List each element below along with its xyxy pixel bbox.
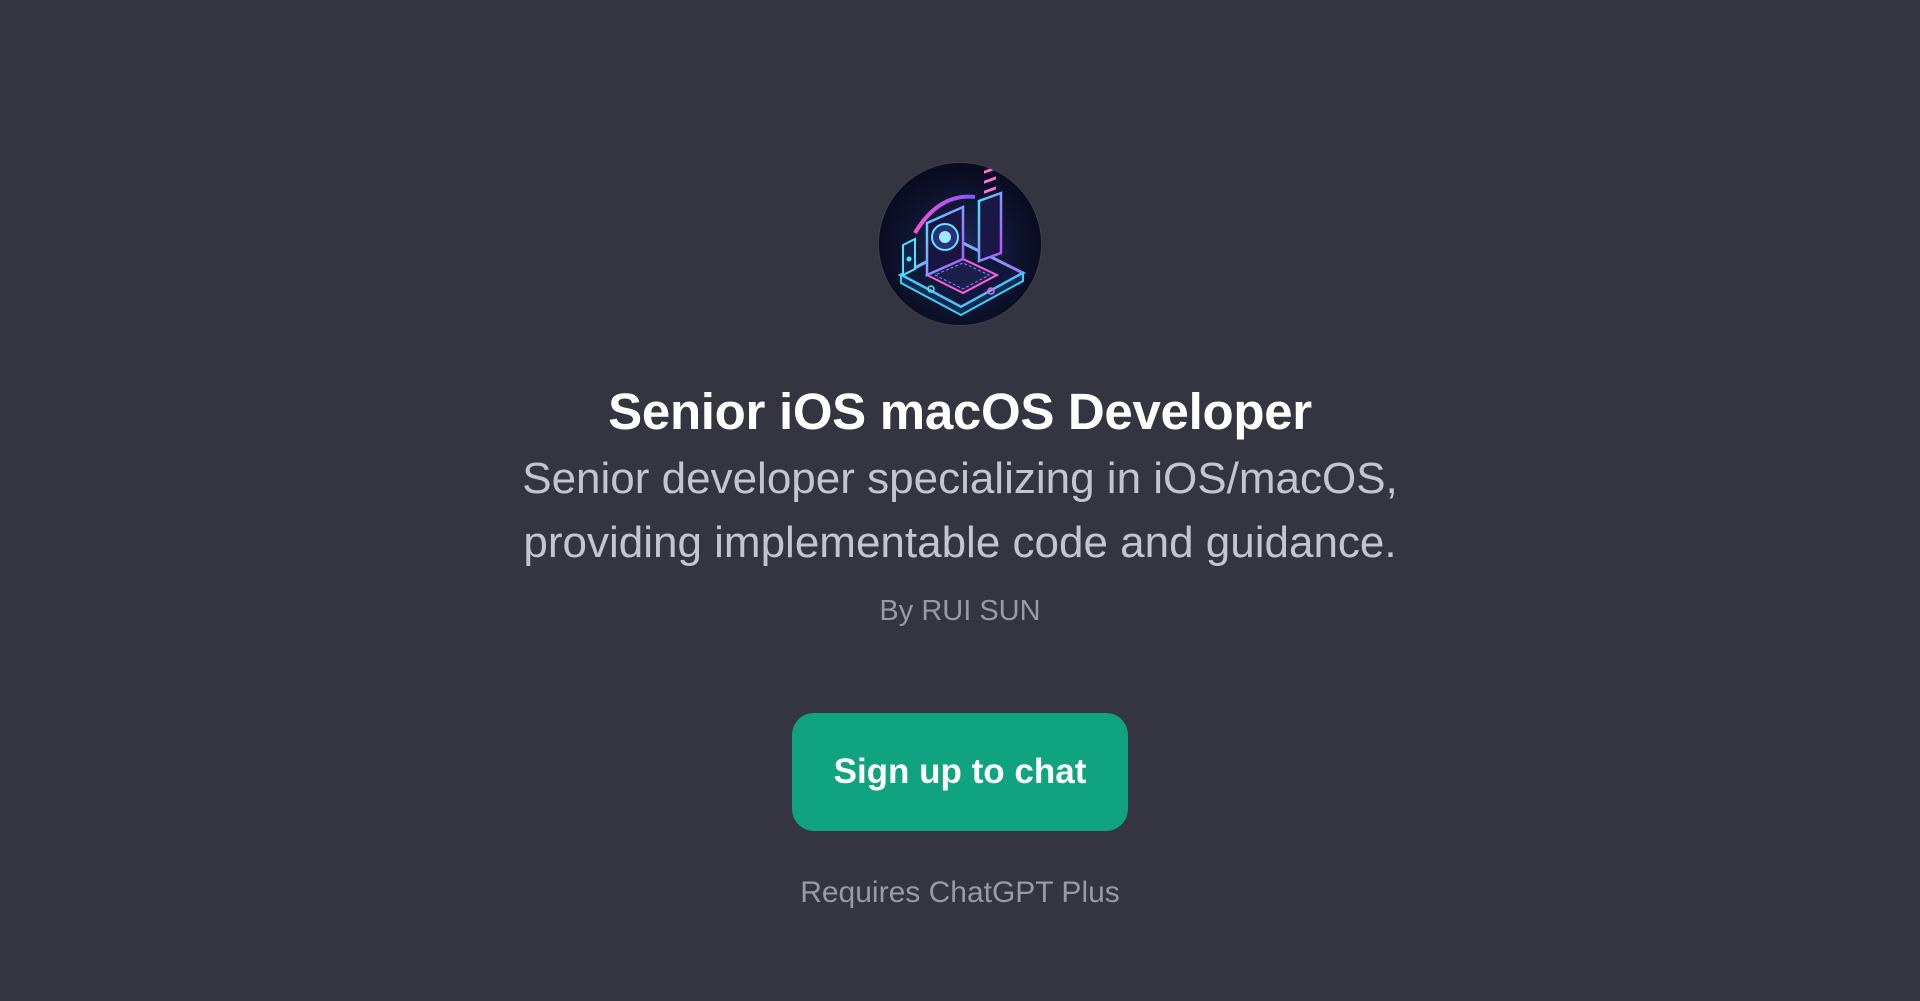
gpt-author: By RUI SUN <box>879 595 1041 627</box>
gpt-description: Senior developer specializing in iOS/mac… <box>410 447 1510 575</box>
gpt-profile: Senior iOS macOS Developer Senior develo… <box>0 0 1920 911</box>
gpt-avatar <box>879 163 1041 325</box>
gpt-description-line-1: Senior developer specializing in iOS/mac… <box>522 454 1398 503</box>
gpt-description-line-2: providing implementable code and guidanc… <box>523 518 1397 567</box>
isometric-computer-app-icon <box>879 163 1041 325</box>
gpt-title: Senior iOS macOS Developer <box>608 383 1312 440</box>
sign-up-to-chat-button[interactable]: Sign up to chat <box>792 713 1128 831</box>
requires-plus-note: Requires ChatGPT Plus <box>800 876 1120 909</box>
gpt-landing-page: Senior iOS macOS Developer Senior develo… <box>0 0 1920 1001</box>
